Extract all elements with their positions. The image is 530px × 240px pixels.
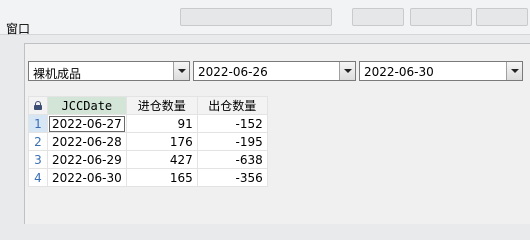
column-header-jccdate[interactable]: JCCDate: [47, 96, 127, 115]
cell-in-qty[interactable]: 91: [125, 114, 198, 133]
start-date-combo[interactable]: 2022-06-26: [193, 61, 356, 81]
start-date-value: 2022-06-26: [198, 65, 268, 79]
cell-date[interactable]: 2022-06-27: [47, 114, 127, 133]
table-row[interactable]: 4 2022-06-30 165 -356: [28, 168, 268, 187]
cell-date[interactable]: 2022-06-28: [47, 132, 127, 151]
row-number[interactable]: 3: [28, 150, 48, 169]
table-row[interactable]: 2 2022-06-28 176 -195: [28, 132, 268, 151]
cell-in-qty[interactable]: 176: [125, 132, 198, 151]
cell-out-qty[interactable]: -356: [196, 168, 268, 187]
grid-corner[interactable]: [28, 96, 48, 115]
window-title: 窗口: [6, 22, 31, 36]
row-number[interactable]: 2: [28, 132, 48, 151]
product-combo-value: 裸机成品: [33, 67, 82, 81]
cell-out-qty[interactable]: -195: [196, 132, 268, 151]
background-window-ghost: [180, 8, 332, 26]
chevron-down-icon[interactable]: [339, 62, 355, 80]
background-window-ghost: [352, 8, 404, 26]
grid-header-row: JCCDate 进仓数量 出仓数量: [28, 96, 268, 115]
cell-date[interactable]: 2022-06-29: [47, 150, 127, 169]
end-date-combo[interactable]: 2022-06-30: [359, 61, 523, 81]
product-combo[interactable]: 裸机成品: [28, 61, 190, 81]
cell-date[interactable]: 2022-06-30: [47, 168, 127, 187]
row-number[interactable]: 1: [28, 114, 48, 133]
lock-icon: [34, 101, 42, 110]
cell-out-qty[interactable]: -638: [196, 150, 268, 169]
column-header-out-qty[interactable]: 出仓数量: [196, 96, 268, 115]
table-row[interactable]: 3 2022-06-29 427 -638: [28, 150, 268, 169]
row-number[interactable]: 4: [28, 168, 48, 187]
cell-in-qty[interactable]: 427: [125, 150, 198, 169]
chevron-down-icon[interactable]: [173, 62, 189, 80]
background-window-ghost: [410, 8, 472, 26]
cell-in-qty[interactable]: 165: [125, 168, 198, 187]
column-header-in-qty[interactable]: 进仓数量: [125, 96, 198, 115]
background-window-ghost: [476, 8, 528, 26]
end-date-value: 2022-06-30: [364, 65, 434, 79]
data-grid[interactable]: JCCDate 进仓数量 出仓数量 1 2022-06-27 91 -152 2…: [28, 96, 268, 187]
chevron-down-icon[interactable]: [506, 62, 522, 80]
table-row[interactable]: 1 2022-06-27 91 -152: [28, 114, 268, 133]
cell-out-qty[interactable]: -152: [196, 114, 268, 133]
title-bar: 窗口: [0, 0, 530, 36]
